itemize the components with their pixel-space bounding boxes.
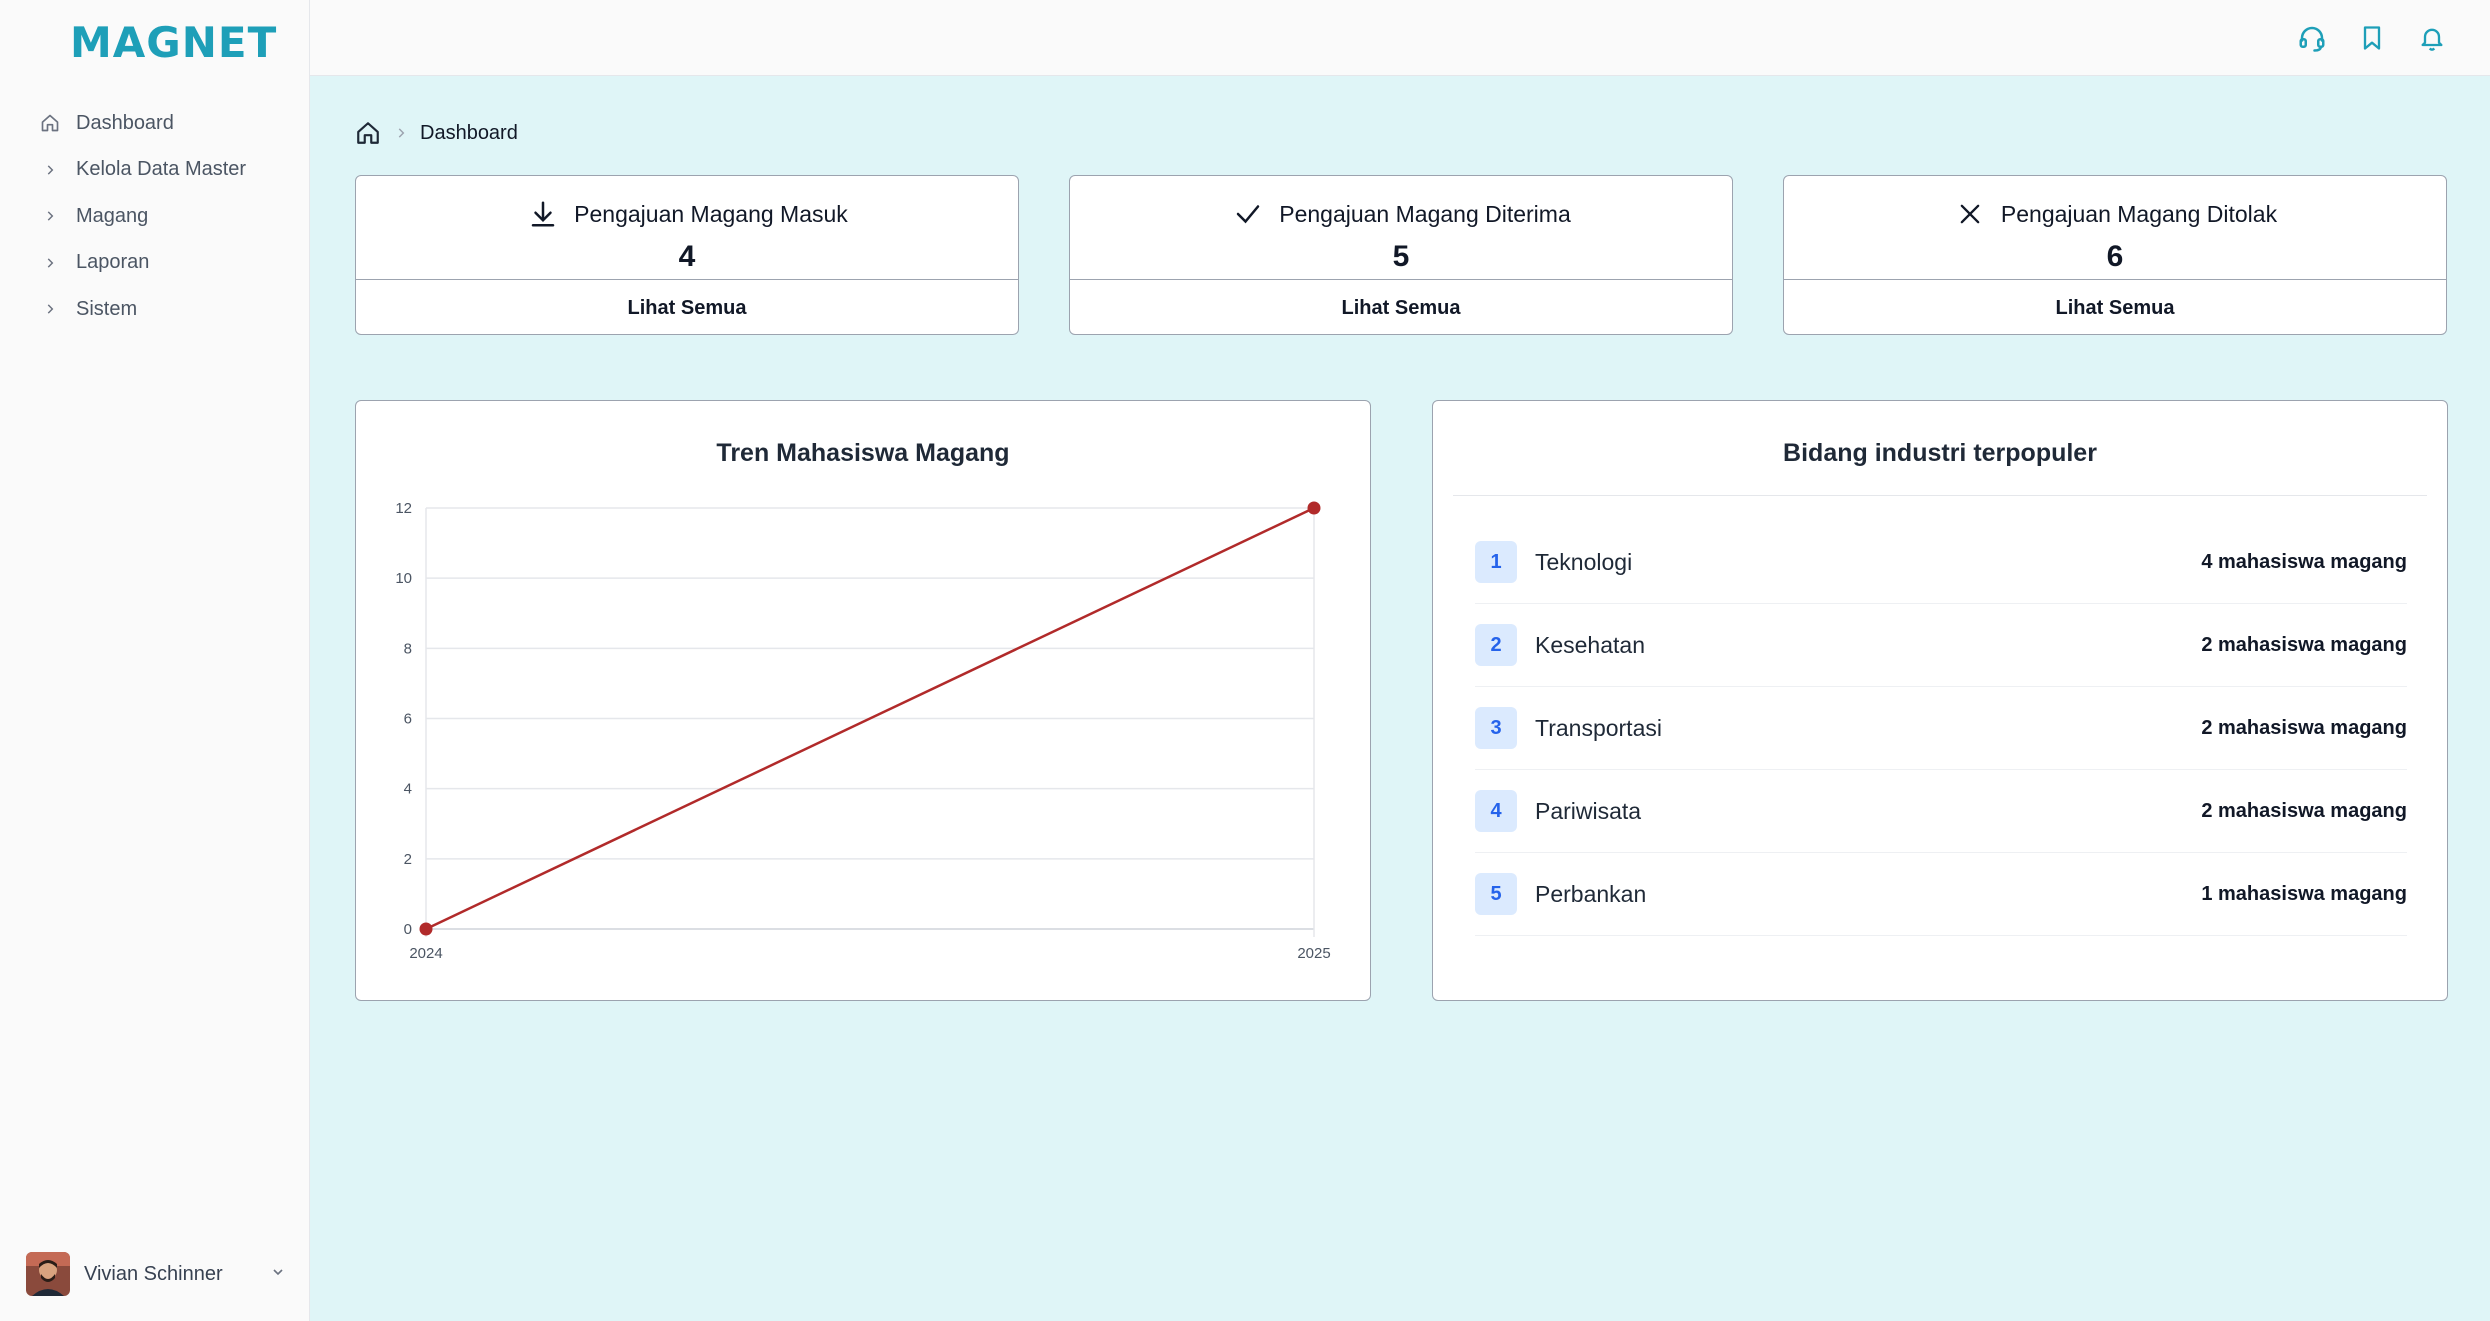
trend-chart-panel: Tren Mahasiswa Magang 0 2 4 6 8 10 12 2024 2025 [355,400,1371,1001]
industries-title: Bidang industri terpopuler [1783,439,2097,467]
rank-badge: 5 [1475,873,1517,915]
industry-list: 1 Teknologi 4 mahasiswa magang 2 Kesehat… [1475,521,2407,936]
chevron-down-icon [270,1264,286,1285]
view-all-button[interactable]: Lihat Semua [356,279,1018,334]
sidebar-item-magang[interactable]: Magang [0,193,310,240]
sidebar-item-label: Dashboard [76,111,174,134]
bookmark-icon[interactable] [2354,20,2390,56]
industry-count: 1 mahasiswa magang [2201,882,2407,905]
stat-card-ditolak: Pengajuan Magang Ditolak 6 Lihat Semua [1783,175,2447,335]
chevron-right-icon [38,297,62,321]
x-icon [1953,197,1987,231]
industries-panel: Bidang industri terpopuler 1 Teknologi 4… [1432,400,2448,1001]
avatar [26,1252,70,1296]
x-tick-label: 2025 [1297,945,1330,962]
y-tick-label: 6 [404,711,412,728]
stat-card-header: Pengajuan Magang Ditolak [1784,194,2446,234]
breadcrumb-current: Dashboard [420,121,518,144]
chevron-right-icon [38,158,62,182]
industry-name: Teknologi [1535,548,1633,575]
sidebar-item-label: Magang [76,204,149,227]
stat-card-title: Pengajuan Magang Ditolak [2000,200,2278,227]
divider [1453,495,2427,496]
check-icon [1231,197,1265,231]
download-icon [526,197,560,231]
breadcrumb: Dashboard [354,118,518,148]
stat-card-value: 4 [678,240,696,273]
line-chart: 0 2 4 6 8 10 12 2024 2025 [395,500,1330,962]
industry-name: Kesehatan [1535,631,1645,658]
list-item: 4 Pariwisata 2 mahasiswa magang [1475,770,2407,853]
view-all-button[interactable]: Lihat Semua [1070,279,1732,334]
stat-card-title: Pengajuan Magang Diterima [1279,200,1571,227]
industry-count: 2 mahasiswa magang [2201,716,2407,739]
rank-badge: 4 [1475,790,1517,832]
stat-card-header: Pengajuan Magang Masuk [356,194,1018,234]
list-item: 5 Perbankan 1 mahasiswa magang [1475,853,2407,936]
data-point [1307,501,1321,515]
bell-icon[interactable] [2414,20,2450,56]
industry-count: 4 mahasiswa magang [2201,550,2407,573]
home-icon [38,111,62,135]
y-tick-label: 2 [404,851,412,868]
stat-card-masuk: Pengajuan Magang Masuk 4 Lihat Semua [355,175,1019,335]
user-menu[interactable]: Vivian Schinner [26,1252,286,1296]
sidebar-nav: Dashboard Kelola Data Master Magang Lapo… [0,100,310,333]
sidebar-item-kelola-data-master[interactable]: Kelola Data Master [0,147,310,194]
rank-badge: 3 [1475,707,1517,749]
sidebar-item-sistem[interactable]: Sistem [0,286,310,333]
rank-badge: 1 [1475,541,1517,583]
stat-card-value: 6 [2106,240,2124,273]
home-icon[interactable] [354,119,382,147]
view-all-button[interactable]: Lihat Semua [1784,279,2446,334]
data-point [419,922,433,936]
top-header [310,0,2490,76]
industry-count: 2 mahasiswa magang [2201,799,2407,822]
list-item: 1 Teknologi 4 mahasiswa magang [1475,521,2407,604]
rank-badge: 2 [1475,624,1517,666]
headset-icon[interactable] [2294,20,2330,56]
y-tick-label: 10 [395,570,412,587]
x-tick-label: 2024 [409,945,442,962]
y-tick-label: 8 [404,640,412,657]
industry-name: Pariwisata [1535,797,1642,824]
industry-count: 2 mahasiswa magang [2201,633,2407,656]
sidebar-item-label: Laporan [76,251,150,274]
stat-card-header: Pengajuan Magang Diterima [1070,194,1732,234]
chevron-right-icon [394,126,408,140]
sidebar-item-laporan[interactable]: Laporan [0,240,310,287]
industry-name: Transportasi [1535,714,1662,741]
y-tick-label: 12 [395,500,412,517]
sidebar: MAGNET Dashboard Kelola Data Master Maga… [0,0,310,1321]
chevron-right-icon [38,251,62,275]
stat-card-title: Pengajuan Magang Masuk [574,200,848,227]
stat-card-diterima: Pengajuan Magang Diterima 5 Lihat Semua [1069,175,1733,335]
stat-card-value: 5 [1392,240,1410,273]
app-logo[interactable]: MAGNET [70,18,277,67]
list-item: 2 Kesehatan 2 mahasiswa magang [1475,604,2407,687]
industry-name: Perbankan [1535,880,1647,907]
sidebar-item-label: Sistem [76,297,138,320]
y-tick-label: 4 [404,781,412,798]
y-tick-label: 0 [404,921,412,938]
sidebar-item-label: Kelola Data Master [76,158,247,181]
sidebar-item-dashboard[interactable]: Dashboard [0,100,310,147]
list-item: 3 Transportasi 2 mahasiswa magang [1475,687,2407,770]
user-name: Vivian Schinner [84,1262,223,1285]
chevron-right-icon [38,204,62,228]
